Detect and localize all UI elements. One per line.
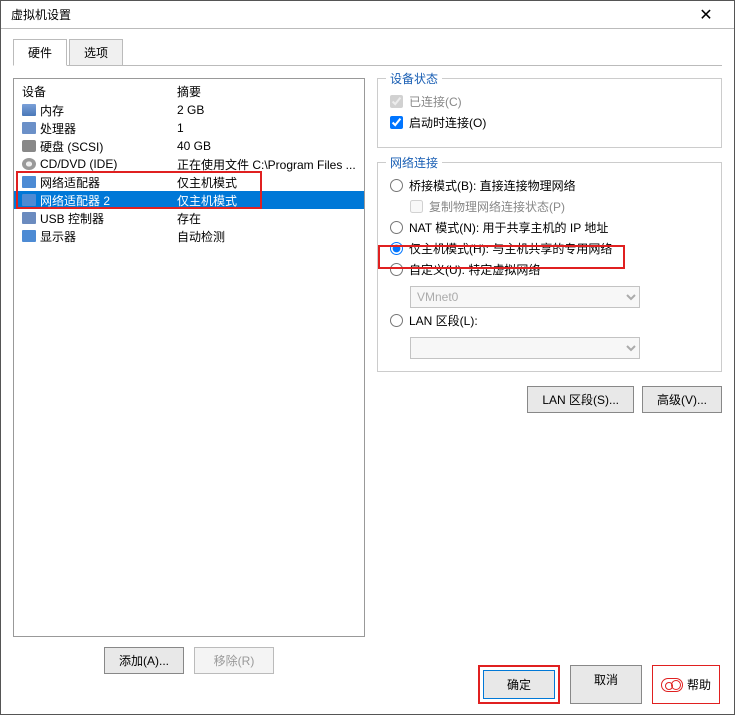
- display-icon: [22, 230, 36, 242]
- cancel-button[interactable]: 取消: [570, 665, 642, 704]
- poweron-checkbox[interactable]: [390, 116, 403, 129]
- custom-radio[interactable]: [390, 263, 403, 276]
- advanced-button[interactable]: 高级(V)...: [642, 386, 722, 413]
- device-name: USB 控制器: [40, 210, 104, 227]
- cd-icon: [22, 158, 36, 170]
- remove-device-button: 移除(R): [194, 647, 274, 674]
- device-status-group: 设备状态 已连接(C) 启动时连接(O): [377, 78, 722, 148]
- col-device-header: 设备: [22, 83, 177, 100]
- usb-icon: [22, 212, 36, 224]
- ok-button[interactable]: 确定: [483, 670, 555, 699]
- close-icon[interactable]: ✕: [686, 5, 726, 25]
- hostonly-label: 仅主机模式(H): 与主机共享的专用网络: [409, 240, 612, 257]
- device-summary: 2 GB: [177, 103, 356, 117]
- device-summary: 存在: [177, 210, 356, 227]
- device-row-usb[interactable]: USB 控制器 存在: [14, 209, 364, 227]
- content-area: 设备 摘要 内存 2 GB 处理器 1 硬盘 (SCSI) 40 GB CD/D…: [1, 66, 734, 686]
- lan-label: LAN 区段(L):: [409, 312, 478, 329]
- help-button[interactable]: 帮助: [652, 665, 720, 704]
- left-pane: 设备 摘要 内存 2 GB 处理器 1 硬盘 (SCSI) 40 GB CD/D…: [13, 78, 365, 674]
- network-icon: [22, 194, 36, 206]
- custom-label: 自定义(U): 特定虚拟网络: [409, 261, 540, 278]
- device-name: 内存: [40, 102, 64, 119]
- network-icon: [22, 176, 36, 188]
- tab-options[interactable]: 选项: [69, 39, 123, 65]
- tab-strip: 硬件 选项: [13, 39, 722, 66]
- cloud-icon: [661, 678, 683, 692]
- device-row-netadapter2[interactable]: 网络适配器 2 仅主机模式: [14, 191, 364, 209]
- nat-radio[interactable]: [390, 221, 403, 234]
- right-buttons: LAN 区段(S)... 高级(V)...: [377, 386, 722, 413]
- cpu-icon: [22, 122, 36, 134]
- add-device-button[interactable]: 添加(A)...: [104, 647, 184, 674]
- radio-hostonly[interactable]: 仅主机模式(H): 与主机共享的专用网络: [390, 240, 709, 257]
- poweron-label: 启动时连接(O): [409, 114, 486, 131]
- device-row-disk[interactable]: 硬盘 (SCSI) 40 GB: [14, 137, 364, 155]
- vm-settings-dialog: 虚拟机设置 ✕ 硬件 选项 设备 摘要 内存 2 GB 处理器 1: [0, 0, 735, 715]
- lan-segments-button[interactable]: LAN 区段(S)...: [527, 386, 634, 413]
- network-connection-group: 网络连接 桥接模式(B): 直接连接物理网络 复制物理网络连接状态(P) NAT…: [377, 162, 722, 372]
- device-row-memory[interactable]: 内存 2 GB: [14, 101, 364, 119]
- left-buttons: 添加(A)... 移除(R): [13, 647, 365, 674]
- lan-segment-select: [410, 337, 640, 359]
- connected-checkbox: [390, 95, 403, 108]
- device-summary: 1: [177, 121, 356, 135]
- window-title: 虚拟机设置: [11, 6, 71, 23]
- bridged-label: 桥接模式(B): 直接连接物理网络: [409, 177, 576, 194]
- checkbox-connect-at-poweron[interactable]: 启动时连接(O): [390, 114, 709, 131]
- help-label: 帮助: [687, 676, 711, 693]
- checkbox-connected: 已连接(C): [390, 93, 709, 110]
- tab-hardware[interactable]: 硬件: [13, 39, 67, 66]
- device-name: 网络适配器 2: [40, 192, 110, 209]
- hostonly-radio[interactable]: [390, 242, 403, 255]
- checkbox-replicate-state: 复制物理网络连接状态(P): [410, 198, 709, 215]
- device-summary: 40 GB: [177, 139, 356, 153]
- radio-nat[interactable]: NAT 模式(N): 用于共享主机的 IP 地址: [390, 219, 709, 236]
- device-name: 硬盘 (SCSI): [40, 138, 103, 155]
- device-row-netadapter1[interactable]: 网络适配器 仅主机模式: [14, 173, 364, 191]
- memory-icon: [22, 104, 36, 116]
- dialog-footer: 确定 取消 帮助: [478, 665, 720, 704]
- bridged-radio[interactable]: [390, 179, 403, 192]
- device-summary: 自动检测: [177, 228, 356, 245]
- device-row-display[interactable]: 显示器 自动检测: [14, 227, 364, 245]
- device-list-header: 设备 摘要: [14, 83, 364, 101]
- device-row-cddvd[interactable]: CD/DVD (IDE) 正在使用文件 C:\Program Files ...: [14, 155, 364, 173]
- highlight-annotation-ok: 确定: [478, 665, 560, 704]
- device-name: 网络适配器: [40, 174, 100, 191]
- network-connection-title: 网络连接: [386, 154, 442, 171]
- replicate-label: 复制物理网络连接状态(P): [429, 198, 565, 215]
- device-summary: 仅主机模式: [177, 174, 356, 191]
- device-row-cpu[interactable]: 处理器 1: [14, 119, 364, 137]
- disk-icon: [22, 140, 36, 152]
- nat-label: NAT 模式(N): 用于共享主机的 IP 地址: [409, 219, 608, 236]
- device-name: 处理器: [40, 120, 76, 137]
- device-summary: 仅主机模式: [177, 192, 356, 209]
- radio-bridged[interactable]: 桥接模式(B): 直接连接物理网络: [390, 177, 709, 194]
- device-list: 设备 摘要 内存 2 GB 处理器 1 硬盘 (SCSI) 40 GB CD/D…: [13, 78, 365, 637]
- device-name: CD/DVD (IDE): [40, 157, 117, 171]
- right-pane: 设备状态 已连接(C) 启动时连接(O) 网络连接 桥接模式(B): 直接连接物…: [377, 78, 722, 674]
- device-name: 显示器: [40, 228, 76, 245]
- col-summary-header: 摘要: [177, 83, 356, 100]
- radio-custom[interactable]: 自定义(U): 特定虚拟网络: [390, 261, 709, 278]
- radio-lan-segment[interactable]: LAN 区段(L):: [390, 312, 709, 329]
- titlebar: 虚拟机设置 ✕: [1, 1, 734, 29]
- connected-label: 已连接(C): [409, 93, 462, 110]
- replicate-checkbox: [410, 200, 423, 213]
- device-summary: 正在使用文件 C:\Program Files ...: [177, 156, 356, 173]
- lan-radio[interactable]: [390, 314, 403, 327]
- device-status-title: 设备状态: [386, 70, 442, 87]
- custom-vmnet-select: VMnet0: [410, 286, 640, 308]
